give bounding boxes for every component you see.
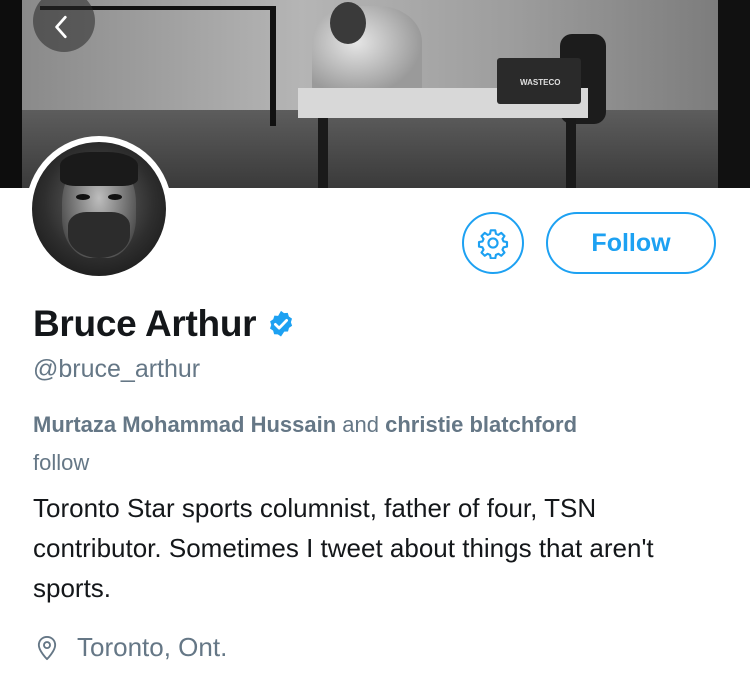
banner-frame-left (0, 0, 22, 188)
location-text: Toronto, Ont. (77, 632, 228, 662)
avatar[interactable] (26, 136, 172, 282)
avatar-eye (108, 194, 122, 200)
banner-desk-leg (318, 118, 328, 188)
avatar-image (32, 142, 166, 276)
handle: @bruce_arthur (33, 355, 201, 383)
banner-person (312, 6, 422, 96)
banner-stanchion-post (270, 6, 276, 126)
follow-button[interactable]: Follow (546, 212, 716, 274)
avatar-eye (76, 194, 90, 200)
banner-person-head (330, 2, 366, 44)
followers-you-know[interactable]: Murtaza Mohammad Hussain and christie bl… (33, 406, 723, 482)
location: Toronto, Ont. (33, 632, 227, 663)
verified-badge-icon (270, 310, 293, 337)
banner-frame-right (718, 0, 750, 188)
avatar-beard (68, 212, 130, 258)
settings-button[interactable] (462, 212, 524, 274)
display-name: Bruce Arthur (33, 303, 257, 344)
follower-joiner: and (336, 412, 386, 437)
bio: Toronto Star sports columnist, father of… (33, 493, 654, 603)
banner-desk-leg (566, 118, 576, 188)
location-pin-icon (37, 635, 57, 660)
avatar-hair (60, 152, 138, 186)
follower-name-1[interactable]: Murtaza Mohammad Hussain (33, 412, 336, 437)
follower-name-2[interactable]: christie blatchford (385, 412, 577, 437)
banner-bin-label: WASTECO (520, 78, 561, 87)
gear-icon (477, 229, 509, 259)
name-row: Bruce Arthur (33, 303, 296, 345)
follower-suffix: follow (33, 450, 90, 475)
chevron-left-icon (55, 15, 67, 39)
